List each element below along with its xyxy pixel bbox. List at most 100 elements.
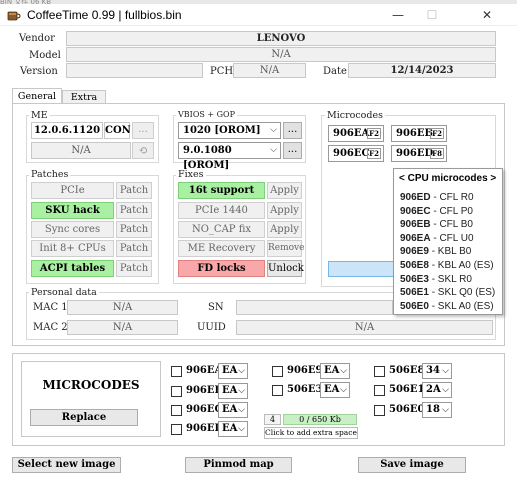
microcode-checkbox[interactable] [374,366,385,377]
tab-general[interactable]: General [12,88,62,104]
gop-select[interactable]: 9.0.1080 [OROM] ⌵ [178,142,281,171]
popup-microcode-item[interactable]: 906EB - CFL B0 [400,218,495,232]
popup-microcode-item[interactable]: 506E8 - KBL A0 (ES) [400,259,495,273]
space-progress-bar: 0 / 650 Kb [283,414,357,425]
microcode-slot[interactable]: 906EB F2 [391,125,447,142]
popup-microcode-item[interactable]: 906E9 - KBL B0 [400,245,495,259]
patch-button[interactable]: Patch [116,202,152,219]
fix-button[interactable]: Apply [267,221,302,238]
microcode-version-select[interactable]: EA ⌵ [218,402,248,418]
chevron-down-icon: ⌵ [238,386,245,396]
chevron-down-icon: ⌵ [270,125,277,135]
microcode-version-select[interactable]: 2A ⌵ [422,382,452,398]
sn-field [236,300,393,315]
microcode-version-select[interactable]: 18 ⌵ [422,402,452,418]
microcode-slot[interactable]: 906EC F2 [328,145,384,162]
popup-microcode-item[interactable]: 906EA - CFL U0 [400,232,495,246]
microcode-count: 4 [264,414,281,425]
popup-microcode-item[interactable]: 506E3 - SKL R0 [400,273,495,287]
save-image-button[interactable]: Save image [358,457,466,473]
me-dots-button[interactable]: ... [132,122,154,139]
microcode-version-select[interactable]: EA ⌵ [320,382,350,398]
me-refresh-button[interactable]: ⟲ [132,142,154,159]
popup-title: < CPU microcodes > [399,173,497,184]
me-secondary-field: N/A [31,142,131,159]
popup-microcode-item[interactable]: 506E0 - SKL A0 (ES) [400,300,495,314]
fix-name: PCIe 1440 [178,202,265,219]
fix-name: NO_CAP fix [178,221,265,238]
microcode-checkbox[interactable] [171,405,182,416]
microcode-checkbox[interactable] [272,385,283,396]
vendor-label: Vendor [19,33,55,44]
title-bar[interactable]: CoffeeTime 0.99 | fullbios.bin — ☐ ✕ [0,4,517,26]
vbios-dots-button[interactable]: ... [283,122,302,139]
me-type-field: CON [104,122,131,139]
patch-button[interactable]: Patch [116,221,152,238]
minimize-button[interactable]: — [381,5,415,25]
microcode-version-select[interactable]: EA ⌵ [218,421,248,437]
chevron-down-icon: ⌵ [270,145,277,155]
popup-microcode-item[interactable]: 506E1 - SKL Q0 (ES) [400,286,495,300]
microcode-checkbox-label: 506E3 [287,384,323,395]
me-version-field: 12.0.6.1120 [31,122,103,139]
popup-microcode-item[interactable]: 906EC - CFL P0 [400,205,495,219]
add-extra-space-button[interactable]: Click to add extra space [264,427,358,439]
replace-button[interactable]: Replace [30,409,138,426]
patch-name: Init 8+ CPUs [31,240,114,257]
date-label: Date [323,66,347,77]
microcode-checkbox-label: 506E0 [389,404,425,415]
patch-name: Sync cores [31,221,114,238]
vbios-select[interactable]: 1020 [OROM] ⌵ [178,122,281,139]
microcode-version-select[interactable]: EA ⌵ [218,383,248,399]
patches-group-label: Patches [29,169,71,180]
chevron-down-icon: ⌵ [442,366,449,376]
microcode-version-select[interactable]: EA ⌵ [320,363,350,379]
patch-button[interactable]: Patch [116,260,152,277]
unlock-button[interactable]: Unlock [267,260,304,277]
fix-button[interactable]: Apply [267,182,302,199]
vendor-field: LENOVO [66,31,496,46]
me-group-label: ME [29,110,50,121]
microcode-version-select[interactable]: 34 ⌵ [422,363,452,379]
patch-button[interactable]: Patch [116,182,152,199]
fix-name: 16t support [178,182,265,199]
microcode-checkbox[interactable] [374,385,385,396]
microcode-version-select[interactable]: EA ⌵ [218,363,248,379]
fixes-group-label: Fixes [176,169,206,180]
microcode-checkbox-label: 906EA [186,365,223,376]
microcode-checkbox[interactable] [171,366,182,377]
patch-name: ACPI tables [31,260,114,277]
fix-button[interactable]: Apply [267,202,302,219]
gop-dots-button[interactable]: ... [283,142,302,159]
patch-name: PCIe [31,182,114,199]
popup-microcode-item[interactable]: 906ED - CFL R0 [400,191,495,205]
patch-button[interactable]: Patch [116,240,152,257]
model-field: N/A [66,47,496,62]
version-label: Version [20,66,58,77]
fix-name: FD locks [178,260,265,277]
chevron-down-icon: ⌵ [340,366,347,376]
microcode-checkbox[interactable] [272,366,283,377]
patch-name: SKU hack [31,202,114,219]
microcode-checkbox[interactable] [171,424,182,435]
close-button[interactable]: ✕ [470,5,504,25]
maximize-button[interactable]: ☐ [415,5,449,25]
microcode-slot[interactable]: 906ED F8 [391,145,447,162]
microcodes-title: MICROCODES [42,378,140,392]
date-field: 12/14/2023 [348,63,496,78]
vbios-group-label: VBIOS + GOP [176,110,237,119]
microcode-checkbox[interactable] [374,405,385,416]
chevron-down-icon: ⌵ [442,385,449,395]
microcode-checkbox[interactable] [171,386,182,397]
pinmod-map-button[interactable]: Pinmod map [185,457,292,473]
fix-button[interactable]: Remove [267,240,304,257]
space-progress-text: 0 / 650 Kb [299,415,341,424]
select-new-image-button[interactable]: Select new image [12,457,121,473]
microcode-checkbox-label: 906EC [186,404,223,415]
chevron-down-icon: ⌵ [340,385,347,395]
tab-extra[interactable]: Extra [62,90,106,104]
pch-field: N/A [233,63,306,78]
microcode-slot[interactable]: 906EA F2 [328,125,384,142]
uuid-field: N/A [236,320,493,335]
uuid-label: UUID [197,322,226,333]
